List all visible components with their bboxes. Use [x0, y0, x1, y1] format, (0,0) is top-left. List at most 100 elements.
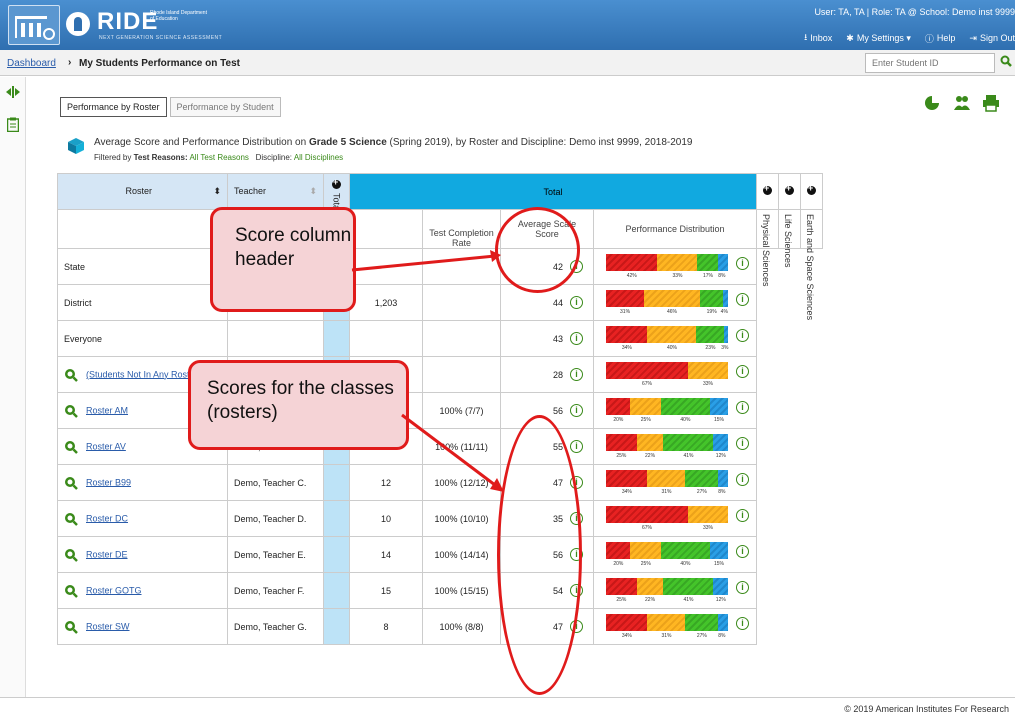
highlight-oval-header	[495, 207, 580, 293]
distribution-bar[interactable]	[606, 290, 728, 307]
breadcrumb-dashboard-link[interactable]: Dashboard	[7, 58, 56, 69]
info-icon[interactable]: i	[736, 473, 749, 486]
roster-cell[interactable]: Roster SW	[57, 608, 228, 645]
users-icon[interactable]	[952, 93, 972, 113]
roster-link[interactable]: Roster DE	[86, 549, 128, 559]
pie-chart-icon[interactable]	[922, 93, 942, 113]
magnify-icon[interactable]	[64, 404, 78, 418]
magnify-icon[interactable]	[64, 440, 78, 454]
distribution-segment	[647, 326, 697, 343]
roster-cell[interactable]: Roster B99	[57, 464, 228, 501]
distribution-bar[interactable]	[606, 254, 728, 271]
info-icon[interactable]: i	[570, 404, 583, 417]
magnify-icon[interactable]	[64, 620, 78, 634]
info-icon[interactable]: i	[570, 296, 583, 309]
life-sciences-expand[interactable]	[778, 173, 801, 210]
student-id-input[interactable]	[865, 53, 995, 73]
sign-out-icon: ⇥	[969, 32, 977, 43]
distribution-bar[interactable]	[606, 398, 728, 415]
distribution-cell: 20% 25% 40% 15% i	[593, 392, 757, 429]
info-icon[interactable]: i	[736, 293, 749, 306]
info-icon[interactable]: i	[570, 440, 583, 453]
completion-rate-header[interactable]: Test Completion Rate	[422, 209, 501, 249]
print-icon[interactable]	[981, 93, 1001, 113]
highlight-oval-scores	[497, 415, 582, 695]
magnify-icon[interactable]	[64, 584, 78, 598]
table-row: Roster SW Demo, Teacher G. 8 100% (8/8) 47 i 3…	[57, 608, 823, 645]
info-icon[interactable]: i	[736, 365, 749, 378]
info-icon[interactable]: i	[570, 332, 583, 345]
roster-cell[interactable]: Roster DC	[57, 500, 228, 537]
expand-collapse-icon[interactable]	[6, 85, 20, 99]
distribution-label: 33%	[702, 525, 713, 531]
distribution-segment	[687, 506, 728, 523]
distribution-segment	[630, 542, 661, 559]
earth-space-sciences-expand[interactable]	[800, 173, 823, 210]
info-icon[interactable]: i	[736, 401, 749, 414]
distribution-bar[interactable]	[606, 542, 728, 559]
distribution-label: 42%	[626, 273, 637, 279]
distribution-bar[interactable]	[606, 614, 728, 631]
roster-link[interactable]: Roster SW	[86, 621, 130, 631]
table-row: Roster DC Demo, Teacher D. 10 100% (10/10) 3…	[57, 500, 823, 537]
distribution-segment	[636, 578, 664, 595]
distribution-segment	[660, 542, 710, 559]
top-header: RIDE Rhode Island Department of Educatio…	[0, 0, 1015, 50]
info-icon[interactable]: i	[736, 437, 749, 450]
info-icon[interactable]: i	[736, 509, 749, 522]
info-icon[interactable]: i	[736, 617, 749, 630]
roster-cell: Everyone	[57, 320, 228, 357]
info-icon[interactable]: i	[736, 329, 749, 342]
roster-link[interactable]: Roster DC	[86, 513, 128, 523]
info-icon[interactable]: i	[736, 545, 749, 558]
roster-link[interactable]: Roster B99	[86, 477, 131, 487]
completion-rate-cell	[422, 284, 501, 321]
teacher-cell: Demo, Teacher C.	[227, 464, 324, 501]
roster-cell[interactable]: Roster GOTG	[57, 572, 228, 609]
distribution-segment	[606, 614, 648, 631]
sign-out-link[interactable]: ⇥ Sign Out	[969, 30, 1015, 46]
total-vertical-cell	[323, 464, 350, 501]
info-icon[interactable]: i	[570, 368, 583, 381]
distribution-label: 40%	[667, 345, 678, 351]
distribution-bar[interactable]	[606, 326, 728, 343]
distribution-bar[interactable]	[606, 362, 728, 379]
clipboard-icon[interactable]	[7, 117, 19, 132]
distribution-label: 25%	[616, 453, 627, 459]
callout-arrow-header	[351, 250, 501, 272]
teacher-cell: Demo, Teacher F.	[227, 572, 324, 609]
magnify-icon[interactable]	[64, 548, 78, 562]
average-score-cell: 28 i	[500, 356, 594, 393]
roster-cell[interactable]: Roster DE	[57, 536, 228, 573]
tab-performance-by-student[interactable]: Performance by Student	[169, 97, 281, 117]
roster-link[interactable]: Roster AV	[86, 441, 126, 451]
my-settings-link[interactable]: ✱ My Settings ▾	[846, 30, 911, 46]
info-icon[interactable]: i	[736, 257, 749, 270]
distribution-bar[interactable]	[606, 506, 728, 523]
distribution-bar[interactable]	[606, 578, 728, 595]
roster-link[interactable]: Roster AM	[86, 405, 128, 415]
search-icon[interactable]	[1000, 55, 1012, 67]
roster-link[interactable]: (Students Not In Any Roster)	[86, 369, 201, 379]
magnify-icon[interactable]	[64, 476, 78, 490]
help-link[interactable]: ⓘ Help	[925, 30, 956, 46]
magnify-icon[interactable]	[64, 512, 78, 526]
roster-column-header[interactable]: Roster ⬍	[57, 173, 228, 210]
earth-space-sciences-column: Earth and Space Sciences	[800, 209, 823, 320]
info-icon[interactable]: i	[736, 581, 749, 594]
distribution-segment	[606, 506, 688, 523]
distribution-label: 25%	[640, 561, 651, 567]
roster-link[interactable]: Roster GOTG	[86, 585, 142, 595]
distribution-label: 31%	[661, 489, 672, 495]
tab-performance-by-roster[interactable]: Performance by Roster	[60, 97, 167, 117]
inbox-link[interactable]: ⭳ Inbox	[804, 30, 832, 46]
teacher-column-header[interactable]: Teacher ⬍	[227, 173, 324, 210]
total-vertical-cell	[323, 320, 350, 357]
distribution-bar[interactable]	[606, 434, 728, 451]
score-value: 28	[552, 369, 563, 380]
distribution-segment	[606, 290, 644, 307]
distribution-bar[interactable]	[606, 470, 728, 487]
ride-logo-subtext: Rhode Island Department of Education	[150, 10, 207, 22]
physical-sciences-expand[interactable]	[756, 173, 779, 210]
magnify-icon[interactable]	[64, 368, 78, 382]
